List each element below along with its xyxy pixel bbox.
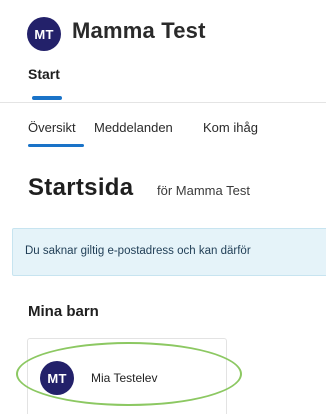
tab-active-indicator — [28, 144, 84, 147]
children-heading: Mina barn — [28, 303, 99, 320]
child-name[interactable]: Mia Testelev — [91, 371, 157, 385]
user-avatar[interactable]: MT — [27, 17, 61, 51]
nav-active-indicator — [32, 96, 62, 100]
user-name-title: Mamma Test — [72, 18, 206, 43]
tab-kom-ihag[interactable]: Kom ihåg — [203, 120, 258, 135]
page-subtitle: för Mamma Test — [157, 183, 250, 198]
child-avatar[interactable]: MT — [40, 361, 74, 395]
page-title: Startsida — [28, 174, 134, 201]
nav-divider — [0, 102, 326, 103]
tab-meddelanden[interactable]: Meddelanden — [94, 120, 173, 135]
tab-oversikt[interactable]: Översikt — [28, 120, 76, 135]
nav-item-start[interactable]: Start — [28, 66, 60, 82]
alert-text: Du saknar giltig e-postadress och kan dä… — [25, 245, 251, 257]
